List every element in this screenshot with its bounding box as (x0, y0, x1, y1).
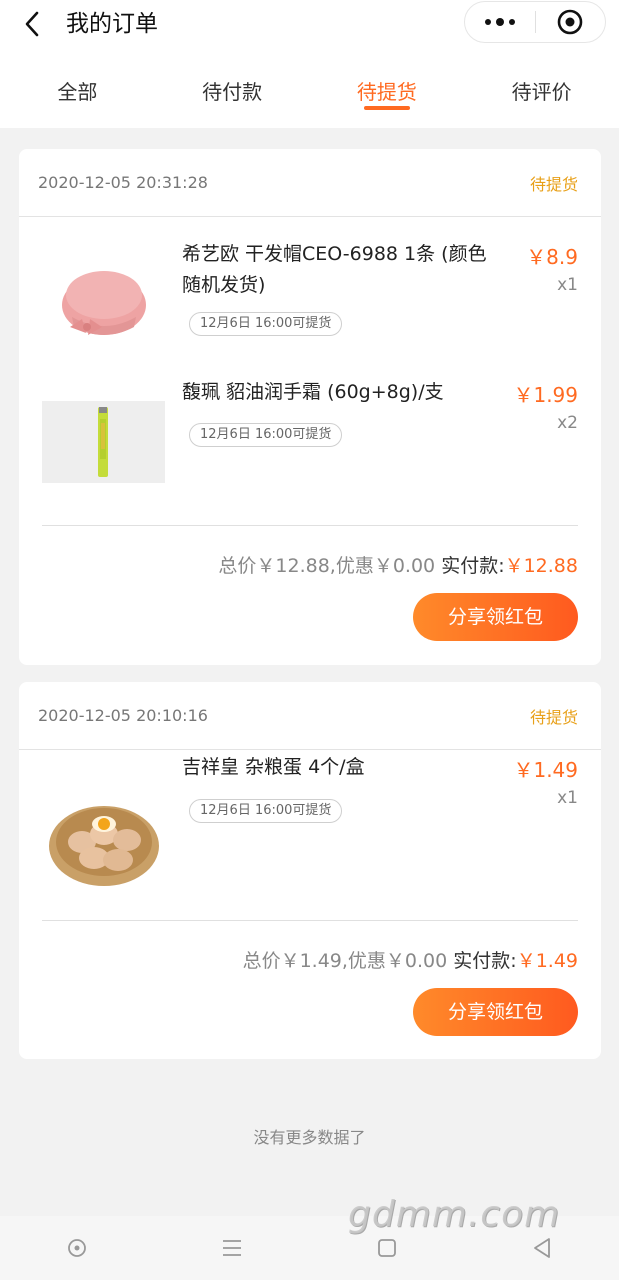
assistant-circle-icon[interactable] (0, 1216, 155, 1280)
page-title: 我的订单 (66, 11, 158, 37)
product-price: ￥1.49 (513, 758, 578, 782)
order-time: 2020-12-05 20:31:28 (38, 173, 208, 192)
product-price: ￥8.9 (526, 245, 578, 269)
no-more-data-text: 没有更多数据了 (253, 1128, 366, 1147)
product-quantity: x1 (557, 788, 578, 808)
share-red-packet-button[interactable]: 分享领红包 (413, 988, 578, 1036)
order-card: 2020-12-05 20:10:16 待提货 吉祥皇 杂粮蛋 4个/盒 12月… (19, 682, 601, 1059)
pickup-time-badge: 12月6日 16:00可提货 (189, 423, 343, 447)
order-tabs: 全部 待付款 待提货 待评价 (0, 66, 619, 118)
pickup-time-badge: 12月6日 16:00可提货 (189, 312, 343, 336)
order-item[interactable]: 馥珮 貂油润手霜 (60g+8g)/支 12月6日 16:00可提货 ￥1.99… (19, 367, 601, 487)
order-status: 待提货 (529, 707, 578, 727)
target-close-icon[interactable] (536, 2, 606, 42)
product-image (42, 255, 165, 355)
product-price: ￥1.99 (513, 383, 578, 407)
product-name: 馥珮 貂油润手霜 (60g+8g)/支 (182, 381, 444, 403)
product-quantity: x2 (557, 413, 578, 433)
tab-pending-pickup[interactable]: 待提货 (310, 66, 465, 118)
product-name: 希艺欧 干发帽CEO-6988 1条 (颜色随机发货) (182, 243, 487, 296)
more-dots-icon[interactable] (465, 2, 535, 42)
tab-pending-review[interactable]: 待评价 (464, 66, 619, 118)
order-item[interactable]: 吉祥皇 杂粮蛋 4个/盒 12月6日 16:00可提货 ￥1.49 x1 (19, 750, 601, 900)
product-image (42, 784, 165, 890)
product-quantity: x1 (557, 275, 578, 295)
order-card: 2020-12-05 20:31:28 待提货 希艺欧 干发帽CEO-6988 … (19, 149, 601, 665)
order-header: 2020-12-05 20:31:28 待提货 (19, 149, 601, 217)
product-name: 吉祥皇 杂粮蛋 4个/盒 (182, 756, 365, 778)
menu-lines-icon[interactable] (155, 1216, 310, 1280)
divider (42, 920, 578, 921)
back-arrow-icon[interactable] (14, 6, 50, 42)
pickup-time-badge: 12月6日 16:00可提货 (189, 799, 343, 823)
share-red-packet-button[interactable]: 分享领红包 (413, 593, 578, 641)
tab-all[interactable]: 全部 (0, 66, 155, 118)
product-image (42, 401, 165, 483)
tab-pending-payment[interactable]: 待付款 (155, 66, 310, 118)
order-item[interactable]: 希艺欧 干发帽CEO-6988 1条 (颜色随机发货) 12月6日 16:00可… (19, 217, 601, 367)
order-time: 2020-12-05 20:10:16 (38, 706, 208, 725)
order-total: 总价￥1.49,优惠￥0.00 (242, 950, 448, 972)
order-header: 2020-12-05 20:10:16 待提货 (19, 682, 601, 750)
order-status: 待提货 (529, 174, 578, 194)
top-bar: 我的订单 全部 待付款 待提货 待评价 (0, 0, 619, 128)
capsule-menu (464, 1, 606, 43)
order-summary: 总价￥12.88,优惠￥0.00 实付款:￥12.88 (218, 551, 578, 578)
divider (42, 525, 578, 526)
paid-label: 实付款: (453, 950, 517, 972)
watermark: gdmm.com (348, 1194, 561, 1235)
paid-label: 实付款: (441, 555, 505, 577)
order-summary: 总价￥1.49,优惠￥0.00 实付款:￥1.49 (243, 946, 578, 973)
paid-amount: ￥1.49 (516, 950, 578, 972)
paid-amount: ￥12.88 (504, 555, 578, 577)
tab-underline (363, 106, 410, 110)
order-total: 总价￥12.88,优惠￥0.00 (218, 555, 436, 577)
